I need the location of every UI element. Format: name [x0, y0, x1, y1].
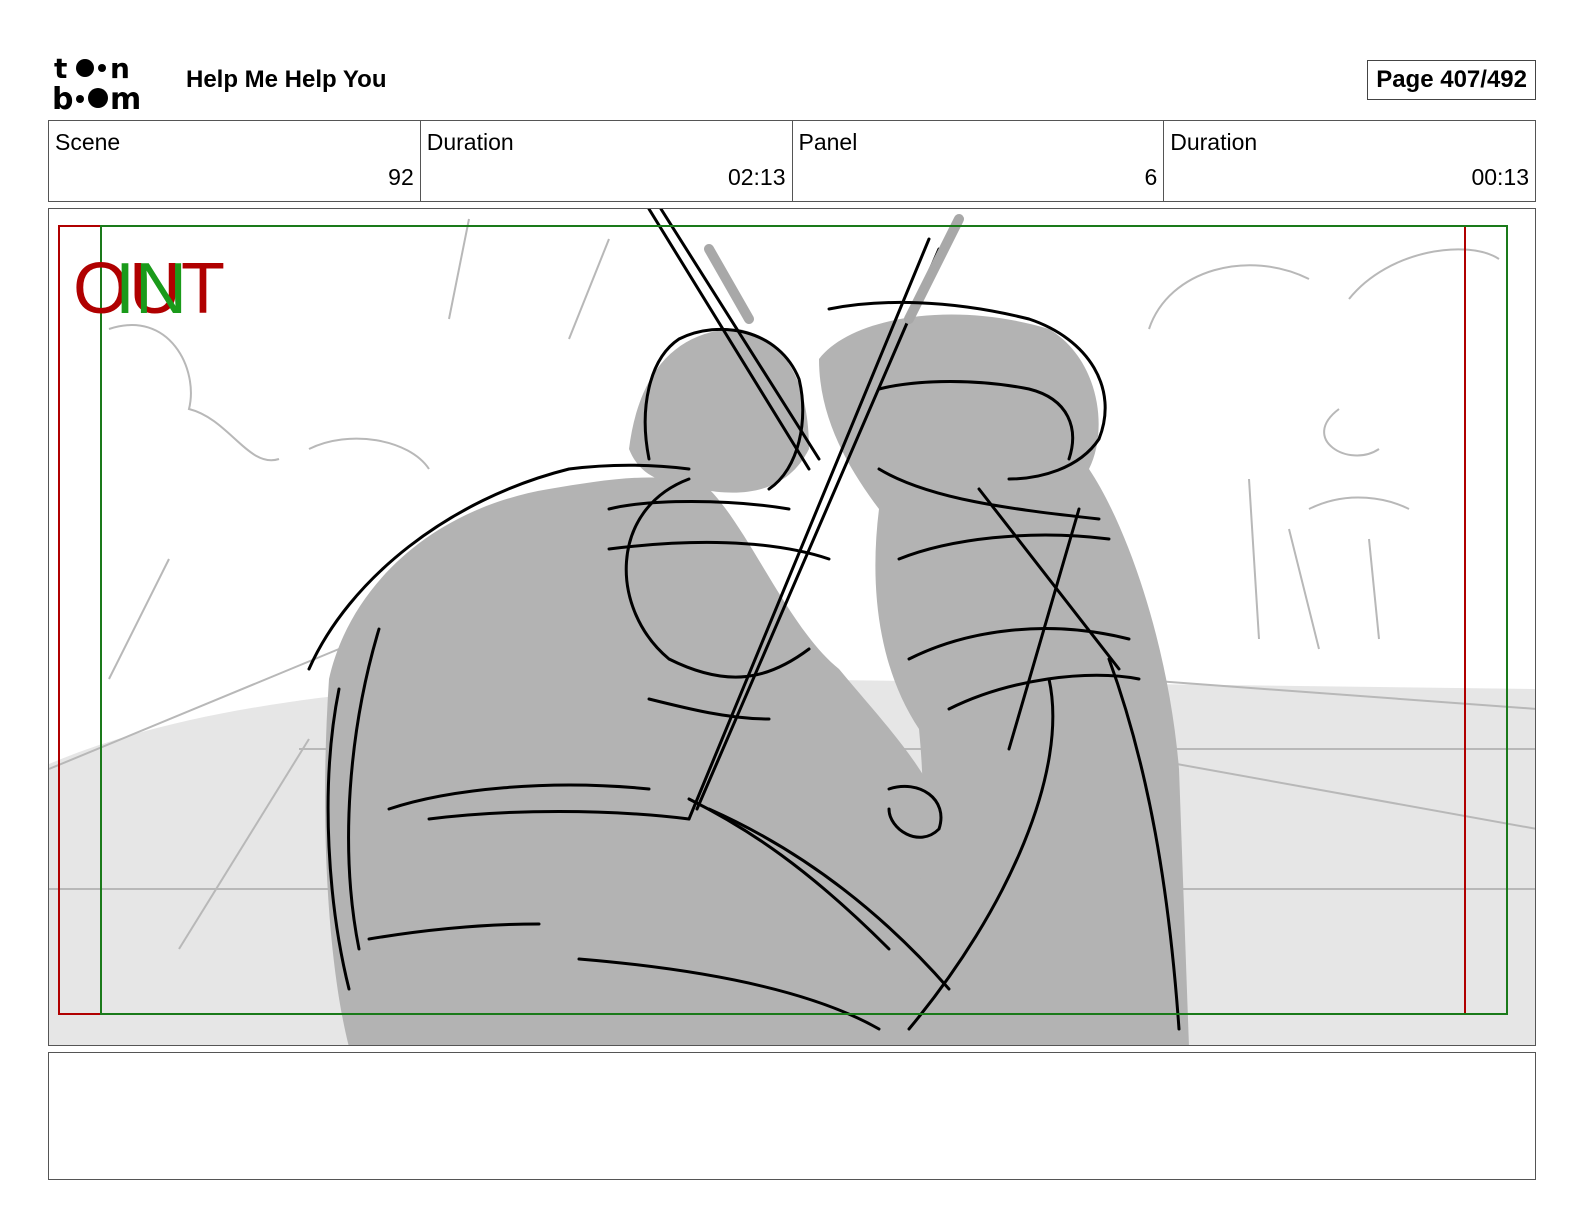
panel-label: Panel — [798, 129, 858, 155]
svg-text:b: b — [52, 82, 73, 112]
page-indicator: Page 407/492 — [1367, 60, 1536, 100]
scene-duration-cell: Duration 02:13 — [421, 121, 793, 201]
panel-duration-label: Duration — [1170, 129, 1258, 155]
storyboard-sketch: OUT IN — [49, 209, 1535, 1045]
panel-value: 6 — [1144, 164, 1158, 190]
scene-info-table: Scene 92 Duration 02:13 Panel 6 Duration… — [48, 120, 1536, 202]
panel-duration-cell: Duration 00:13 — [1164, 121, 1535, 201]
svg-text:n: n — [110, 52, 130, 85]
storyboard-panel: OUT IN — [48, 208, 1536, 1046]
scene-value: 92 — [388, 164, 414, 190]
panel-duration-value: 00:13 — [1471, 164, 1529, 190]
svg-text:m: m — [110, 82, 141, 112]
panel-cell: Panel 6 — [793, 121, 1165, 201]
page-header: t n b m Help Me Help You Page 407/492 — [48, 48, 1536, 112]
in-marker: IN — [115, 249, 187, 329]
scene-cell: Scene 92 — [49, 121, 421, 201]
project-title: Help Me Help You — [186, 66, 387, 93]
scene-duration-label: Duration — [426, 129, 514, 155]
scene-label: Scene — [55, 129, 121, 155]
scene-duration-value: 02:13 — [727, 164, 786, 190]
svg-text:t: t — [54, 52, 67, 85]
toon-boom-logo: t n b m — [52, 52, 141, 112]
panel-notes-box[interactable] — [48, 1052, 1536, 1180]
